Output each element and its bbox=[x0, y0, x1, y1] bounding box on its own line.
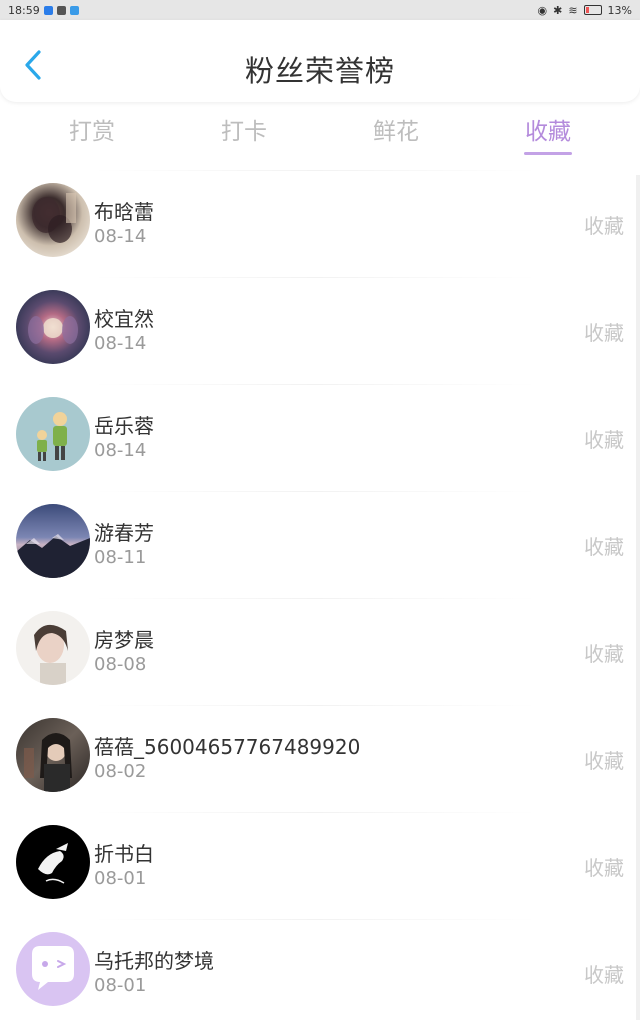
avatar-image bbox=[37, 412, 67, 461]
row-divider bbox=[90, 919, 540, 920]
user-name: 乌托邦的梦境 bbox=[94, 949, 214, 973]
tab-favorites[interactable]: 收藏 bbox=[518, 112, 578, 146]
favorite-label[interactable]: 收藏 bbox=[584, 852, 624, 881]
user-name: 布晗蕾 bbox=[94, 200, 154, 224]
list-item[interactable]: 房梦晨 08-08 收藏 bbox=[0, 598, 640, 705]
favorite-date: 08-01 bbox=[94, 975, 147, 996]
row-divider bbox=[90, 705, 540, 706]
avatar[interactable] bbox=[16, 290, 90, 364]
row-divider bbox=[90, 170, 540, 171]
avatar[interactable] bbox=[16, 397, 90, 471]
status-bar: 18:59 ◉ ✱ ≋ 13% bbox=[0, 0, 640, 20]
favorite-label[interactable]: 收藏 bbox=[584, 959, 624, 988]
user-name: 岳乐蓉 bbox=[94, 414, 154, 438]
battery-percent: 13% bbox=[607, 3, 632, 17]
user-name: 游春芳 bbox=[94, 521, 154, 545]
favorite-date: 08-01 bbox=[94, 868, 147, 889]
favorite-label[interactable]: 收藏 bbox=[584, 210, 624, 239]
tab-bar: 打赏 打卡 鲜花 收藏 bbox=[0, 102, 640, 162]
row-divider bbox=[90, 491, 540, 492]
favorite-date: 08-02 bbox=[94, 761, 147, 782]
wifi-icon: ≋ bbox=[568, 3, 578, 17]
row-divider bbox=[90, 598, 540, 599]
header: 粉丝荣誉榜 bbox=[0, 20, 640, 102]
list-item[interactable]: 乌托邦的梦境 08-01 收藏 bbox=[0, 919, 640, 1026]
tab-checkin[interactable]: 打卡 bbox=[214, 112, 274, 146]
avatar[interactable] bbox=[16, 718, 90, 792]
list-item[interactable]: 游春芳 08-11 收藏 bbox=[0, 491, 640, 598]
bluetooth-icon: ✱ bbox=[553, 3, 563, 17]
row-divider bbox=[90, 384, 540, 385]
avatar-image bbox=[32, 193, 76, 243]
tab-reward[interactable]: 打赏 bbox=[62, 112, 122, 146]
favorite-label[interactable]: 收藏 bbox=[584, 531, 624, 560]
list-item[interactable]: 布晗蕾 08-14 收藏 bbox=[0, 170, 640, 277]
avatar-image bbox=[24, 733, 72, 792]
favorite-date: 08-14 bbox=[94, 226, 147, 247]
row-divider bbox=[90, 277, 540, 278]
avatar-image bbox=[16, 534, 90, 578]
status-left: 18:59 bbox=[8, 4, 79, 17]
user-name: 校宜然 bbox=[94, 307, 154, 331]
app-notification-icon bbox=[56, 5, 66, 15]
avatar[interactable] bbox=[16, 932, 90, 1006]
favorite-date: 08-08 bbox=[94, 654, 147, 675]
app-notification-icon bbox=[43, 5, 53, 15]
list-item[interactable]: 蓓蓓_56004657767489920 08-02 收藏 bbox=[0, 705, 640, 812]
battery-icon bbox=[583, 5, 602, 15]
avatar[interactable] bbox=[16, 504, 90, 578]
avatar[interactable] bbox=[16, 611, 90, 685]
avatar[interactable] bbox=[16, 825, 90, 899]
favorite-label[interactable]: 收藏 bbox=[584, 424, 624, 453]
page-title: 粉丝荣誉榜 bbox=[244, 54, 395, 88]
favorite-label[interactable]: 收藏 bbox=[584, 317, 624, 346]
user-name: 房梦晨 bbox=[94, 628, 154, 652]
tab-flowers[interactable]: 鲜花 bbox=[366, 112, 426, 146]
status-time: 18:59 bbox=[8, 3, 40, 17]
list-item[interactable]: 校宜然 08-14 收藏 bbox=[0, 277, 640, 384]
row-divider bbox=[90, 812, 540, 813]
favorite-date: 08-11 bbox=[94, 547, 147, 568]
favorite-label[interactable]: 收藏 bbox=[584, 638, 624, 667]
list-item[interactable]: 折书白 08-01 收藏 bbox=[0, 812, 640, 919]
avatar-image bbox=[38, 843, 68, 884]
status-right: ◉ ✱ ≋ 13% bbox=[538, 4, 633, 17]
eye-icon: ◉ bbox=[537, 3, 548, 17]
user-name: 蓓蓓_56004657767489920 bbox=[94, 735, 361, 759]
favorite-date: 08-14 bbox=[94, 440, 147, 461]
avatar-image bbox=[28, 316, 78, 344]
avatar-placeholder-chat-icon bbox=[32, 946, 74, 990]
app-notification-icon bbox=[69, 5, 79, 15]
user-name: 折书白 bbox=[94, 842, 154, 866]
active-tab-indicator bbox=[524, 152, 572, 155]
avatar[interactable] bbox=[16, 183, 90, 257]
favorite-label[interactable]: 收藏 bbox=[584, 745, 624, 774]
list-item[interactable]: 岳乐蓉 08-14 收藏 bbox=[0, 384, 640, 491]
favorite-date: 08-14 bbox=[94, 333, 147, 354]
avatar-image bbox=[34, 624, 68, 685]
